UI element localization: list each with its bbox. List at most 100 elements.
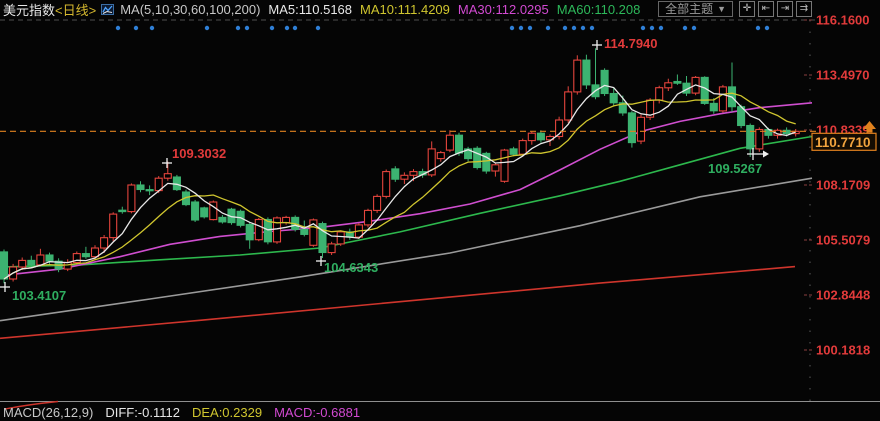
candle-body [374,196,381,210]
macd-dea-value: DEA:0.2329 [192,405,262,420]
ma60-value-label: MA60:110.208 [557,2,641,17]
period-label[interactable]: <日线> [55,0,96,19]
theme-selector-button[interactable]: 全部主题 ▼ [658,1,733,17]
candle-body [383,172,390,197]
candle-body [219,217,226,222]
macd-macd-value: MACD:-0.6881 [274,405,360,420]
candle-body [437,153,444,159]
candle-body [255,220,262,240]
candle-body [246,225,253,240]
candle-body [82,254,89,257]
event-dot [683,26,687,30]
event-dot [765,26,769,30]
chart-canvas[interactable]: 103.4107109.3032104.6343114.7940109.5267… [0,0,880,421]
event-dot [756,26,760,30]
event-dot [563,26,567,30]
ma-line-ma100 [0,178,812,321]
candle-body [756,130,763,149]
chart-type-icon[interactable] [101,3,114,16]
macd-params-label: MACD(26,12,9) [3,405,93,420]
event-dot [519,26,523,30]
macd-status-row[interactable]: MACD(26,12,9) DIFF:-0.1112 DEA:0.2329 MA… [0,404,880,421]
ma30-value-label: MA30:112.0295 [458,2,549,17]
candle-body [110,214,117,238]
candle-body [173,177,180,190]
event-dot [528,26,532,30]
event-dot [134,26,138,30]
y-axis-label: 108.1709 [816,178,870,193]
candle-body [164,174,171,179]
candle-body [537,133,544,140]
candle-body [583,60,590,85]
scale-axis-left-icon[interactable]: ⇤ [758,1,774,17]
pan-crosshair-icon[interactable]: ✛ [739,1,755,17]
candle-body [328,244,335,253]
caret-down-icon: ▼ [717,2,726,16]
candle-body [64,263,71,270]
candle-body [401,175,408,179]
ma-line-ma30 [0,103,812,276]
candle-body [638,117,645,141]
candle-body [146,190,153,191]
chart-header: 美元指数 <日线> MA(5,10,30,60,100,200) MA5:110… [0,0,880,18]
latest-arrow-head [763,151,769,158]
current-price-tag-value: 110.7710 [815,135,871,150]
event-dot [245,26,249,30]
ma-line-ma200 [0,267,795,339]
candle-body [492,165,499,171]
candle-body [201,208,208,217]
ma-line-ma5 [4,85,796,279]
event-dot [205,26,209,30]
candle-body [610,94,617,103]
candle-body [19,260,26,267]
candle-body [528,133,535,140]
ma-params-label: MA(5,10,30,60,100,200) [120,2,260,17]
candle-body [264,220,271,242]
y-axis-label: 100.1818 [816,343,870,358]
shift-chart-right-icon[interactable]: ⇉ [796,1,812,17]
candle-body [101,238,108,248]
event-dot [546,26,550,30]
event-dot [293,26,297,30]
trading-chart-window: 美元指数 <日线> MA(5,10,30,60,100,200) MA5:110… [0,0,880,421]
candle-body [519,141,526,155]
candle-body [192,202,199,220]
candle-body [601,70,608,93]
candle-body [137,185,144,190]
candle-body [656,88,663,100]
price-annotation-label: 109.3032 [172,146,226,161]
candle-body [301,229,308,234]
event-dot [285,26,289,30]
ma5-value-label: MA5:110.5168 [268,2,352,17]
candle-body [28,260,35,265]
candle-body [365,210,372,225]
candle-body [319,224,326,253]
macd-diff-value: DIFF:-0.1112 [105,405,180,420]
candle-body [1,252,8,279]
candle-body [510,149,517,154]
candle-body [92,248,99,257]
candle-body [456,135,463,153]
event-dot [572,26,576,30]
price-annotation-label: 114.7940 [604,36,658,51]
ma10-value-label: MA10:111.4209 [360,2,450,17]
price-annotation-label: 109.5267 [708,161,762,176]
candle-body [37,255,44,265]
candle-body [410,172,417,176]
candle-body [392,169,399,179]
event-dot [641,26,645,30]
symbol-name: 美元指数 [3,0,55,19]
scale-axis-right-icon[interactable]: ⇥ [777,1,793,17]
price-annotation-label: 103.4107 [12,288,66,303]
candle-body [119,210,126,211]
candle-body [501,150,508,181]
candle-body [446,135,453,150]
candle-body [337,232,344,244]
event-dot [510,26,514,30]
y-axis-label: 102.8448 [816,288,870,303]
event-dot [650,26,654,30]
event-dot [116,26,120,30]
candle-body [283,217,290,222]
candle-body [719,87,726,111]
price-up-arrow-icon [867,129,873,133]
